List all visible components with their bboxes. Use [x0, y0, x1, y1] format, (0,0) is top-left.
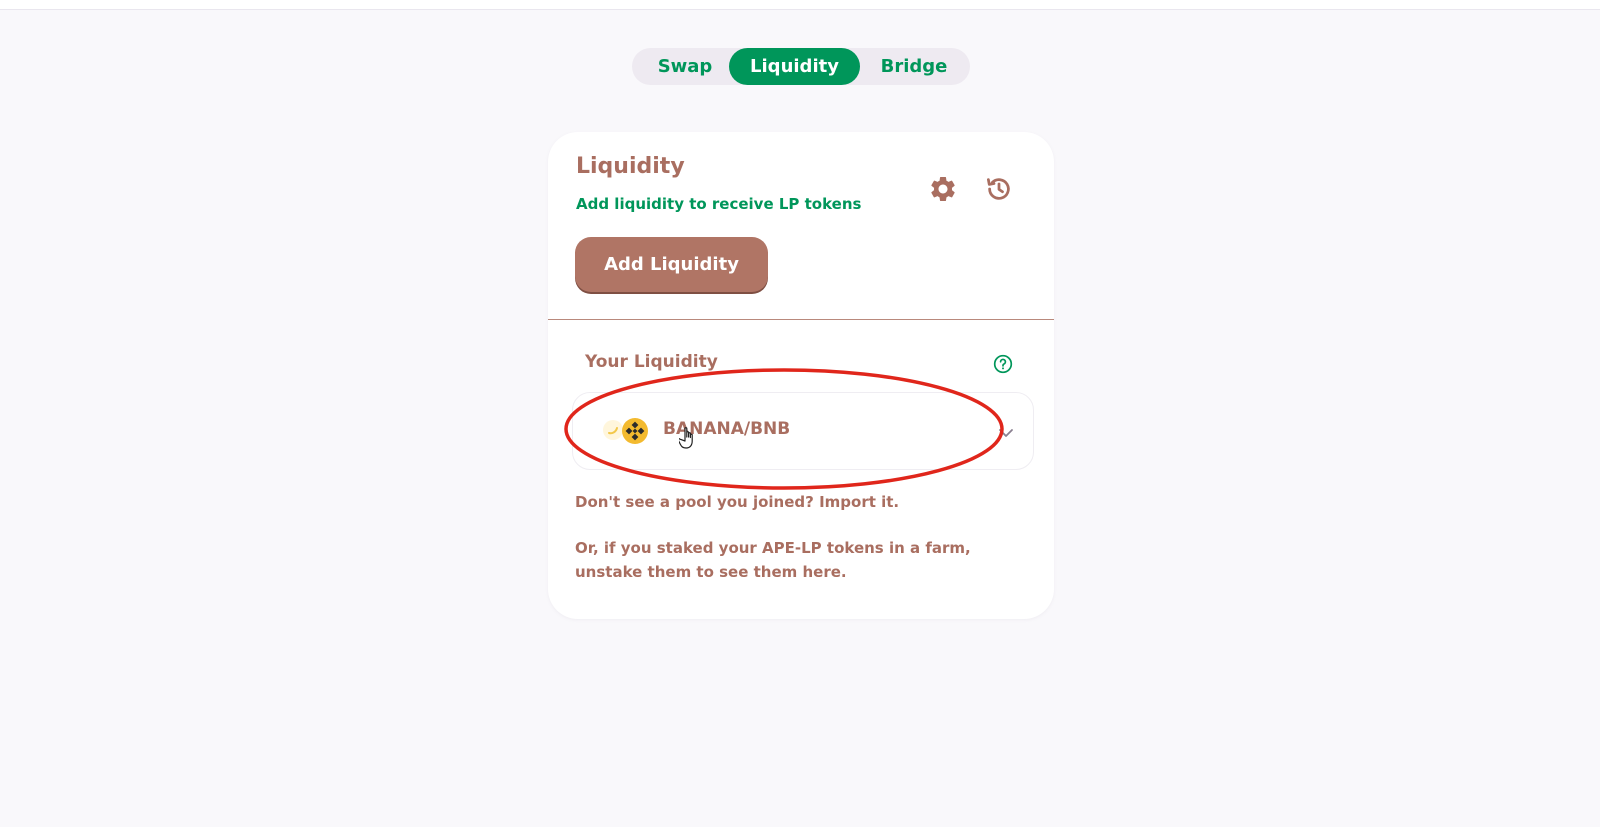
tab-swap[interactable]: Swap: [640, 48, 730, 85]
card-title: Liquidity: [576, 154, 685, 179]
your-liquidity-title: Your Liquidity: [585, 352, 718, 372]
chevron-down-icon[interactable]: [998, 424, 1014, 437]
farm-note: Or, if you staked your APE-LP tokens in …: [575, 539, 971, 581]
gear-icon[interactable]: [928, 174, 958, 204]
tab-bridge[interactable]: Bridge: [864, 48, 964, 85]
import-link[interactable]: Import it.: [819, 493, 899, 511]
question-circle-icon[interactable]: [993, 354, 1013, 374]
bnb-token-icon: [621, 417, 649, 445]
top-bar: [0, 0, 1600, 10]
card-subtitle: Add liquidity to receive LP tokens: [576, 195, 862, 213]
banana-token-icon: [603, 420, 623, 440]
divider: [548, 319, 1054, 320]
pool-name: BANANA/BNB: [663, 419, 791, 439]
tab-liquidity[interactable]: Liquidity: [729, 48, 860, 85]
liquidity-card: Liquidity Add liquidity to receive LP to…: [548, 132, 1054, 619]
history-icon[interactable]: [984, 174, 1014, 204]
import-hint: Don't see a pool you joined? Import it.: [575, 493, 899, 511]
pool-row-banana-bnb[interactable]: BANANA/BNB: [572, 392, 1034, 470]
mode-tabs: Swap Liquidity Bridge: [632, 48, 970, 85]
add-liquidity-button[interactable]: Add Liquidity: [575, 237, 768, 292]
import-hint-text: Don't see a pool you joined?: [575, 493, 820, 511]
